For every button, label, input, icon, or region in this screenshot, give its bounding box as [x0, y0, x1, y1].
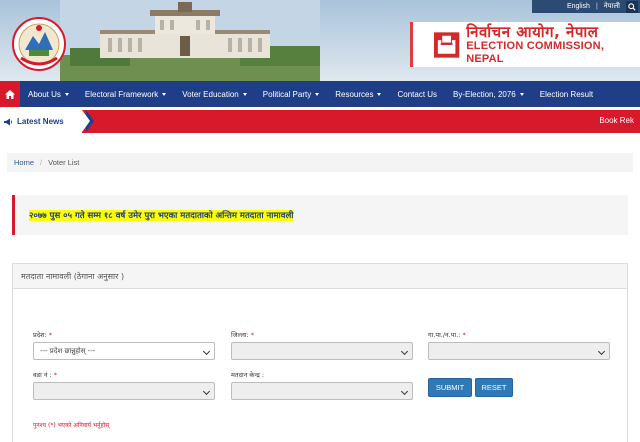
- municipality-select[interactable]: [428, 342, 610, 360]
- language-bar: English | नेपाली: [532, 0, 640, 13]
- page: English | नेपाली निर्वाचन आयोग, नेपाल EL…: [0, 0, 640, 442]
- nav-label: Voter Education: [182, 89, 239, 99]
- nav-political-party[interactable]: Political Party: [255, 90, 327, 99]
- required-fields-note: पुनश्च (*) भएको अनिवार्य भर्नुहोस्: [33, 422, 110, 429]
- chevron-down-icon: [202, 387, 211, 396]
- nav-resources[interactable]: Resources: [327, 90, 389, 99]
- chevron-down-icon: [597, 347, 606, 356]
- lang-separator: |: [595, 3, 598, 10]
- chevron-down-icon: [64, 92, 69, 96]
- notice-text: २०७७ पुस ०५ गते सम्म १८ वर्ष उमेर पुरा भ…: [29, 209, 294, 221]
- polling-center-select[interactable]: [231, 382, 413, 400]
- latest-news-label-box: Latest News: [0, 110, 82, 133]
- polling-center-field: मतदान केन्द्र :: [231, 370, 413, 400]
- ward-label-text: वडा नं :: [33, 371, 52, 379]
- ec-name-nepali: निर्वाचन आयोग, नेपाल: [466, 22, 599, 41]
- latest-news-ticker: Latest News Book Rek: [0, 110, 640, 133]
- search-button[interactable]: [626, 0, 638, 13]
- nav-election-result[interactable]: Election Result: [532, 90, 601, 99]
- ballot-box-logo: [433, 31, 460, 58]
- nav-about-us[interactable]: About Us: [20, 90, 77, 99]
- nav-contact-us[interactable]: Contact Us: [389, 90, 445, 99]
- election-commission-banner: निर्वाचन आयोग, नेपाल ELECTION COMMISSION…: [410, 22, 640, 67]
- chevron-down-icon: [400, 347, 409, 356]
- ticker-news-item[interactable]: Book Rek: [599, 116, 634, 125]
- nav-home-button[interactable]: [0, 81, 20, 107]
- province-select-value: --- प्रदेश छान्नुहोस् ---: [40, 346, 96, 355]
- megaphone-icon: [4, 118, 13, 125]
- polling-center-label: मतदान केन्द्र :: [231, 371, 265, 379]
- nav-electoral-framework[interactable]: Electoral Framework: [77, 90, 174, 99]
- reset-button[interactable]: RESET: [475, 378, 513, 397]
- municipality-field: गा.पा./न.पा.: *: [428, 330, 610, 360]
- nav-label: About Us: [28, 89, 61, 99]
- nav-label: Political Party: [262, 89, 312, 99]
- province-label: प्रदेश: *: [33, 330, 215, 339]
- nav-label: Contact Us: [397, 89, 438, 99]
- required-mark: *: [250, 331, 255, 339]
- chevron-down-icon: [242, 92, 247, 96]
- breadcrumb-current: Voter List: [48, 158, 80, 167]
- municipality-label-text: गा.पा./न.पा.:: [428, 331, 461, 339]
- nav-label: Resources: [335, 89, 374, 99]
- submit-button[interactable]: SUBMIT: [428, 378, 472, 397]
- lang-english-link[interactable]: English: [567, 3, 590, 10]
- ec-name-english: ELECTION COMMISSION, NEPAL: [466, 39, 605, 65]
- breadcrumb: Home / Voter List: [7, 153, 633, 172]
- voter-list-notice: २०७७ पुस ०५ गते सम्म १८ वर्ष उमेर पुरा भ…: [12, 195, 628, 235]
- nav-label: Electoral Framework: [84, 89, 159, 99]
- search-icon: [628, 2, 636, 11]
- chevron-down-icon: [202, 347, 211, 356]
- municipality-label: गा.पा./न.पा.: *: [428, 330, 610, 339]
- nav-by-election[interactable]: By-Election, 2076: [445, 90, 532, 99]
- province-label-text: प्रदेश:: [33, 331, 47, 339]
- lang-nepali-link[interactable]: नेपाली: [604, 2, 620, 11]
- breadcrumb-home-link[interactable]: Home: [14, 158, 34, 167]
- panel-title: मतदाता नामावली (ठेगाना अनुसार ): [13, 264, 627, 289]
- breadcrumb-separator: /: [40, 158, 43, 167]
- district-select[interactable]: [231, 342, 413, 360]
- ticker-arrow-decoration: [82, 110, 90, 132]
- district-label-text: जिल्ला:: [231, 331, 249, 339]
- district-label: जिल्ला: *: [231, 330, 413, 339]
- nepal-emblem-logo: [12, 17, 66, 71]
- province-select[interactable]: --- प्रदेश छान्नुहोस् ---: [33, 342, 215, 360]
- voter-search-panel: मतदाता नामावली (ठेगाना अनुसार ) प्रदेश: …: [12, 263, 628, 442]
- ward-field: वडा नं : *: [33, 370, 215, 400]
- ward-select[interactable]: [33, 382, 215, 400]
- nav-label: Election Result: [539, 89, 594, 99]
- district-field: जिल्ला: *: [231, 330, 413, 360]
- chevron-down-icon: [315, 92, 320, 96]
- main-navbar: About Us Electoral Framework Voter Educa…: [0, 81, 640, 107]
- nav-label: By-Election, 2076: [453, 89, 516, 99]
- home-icon: [5, 89, 15, 99]
- parliament-building-photo: [60, 0, 320, 81]
- chevron-down-icon: [162, 92, 167, 96]
- required-mark: *: [48, 331, 53, 339]
- province-field: प्रदेश: * --- प्रदेश छान्नुहोस् ---: [33, 330, 215, 360]
- site-header: English | नेपाली निर्वाचन आयोग, नेपाल EL…: [0, 0, 640, 81]
- chevron-down-icon: [519, 92, 524, 96]
- nav-voter-education[interactable]: Voter Education: [174, 90, 254, 99]
- chevron-down-icon: [377, 92, 382, 96]
- required-mark: *: [53, 371, 58, 379]
- ward-label: वडा नं : *: [33, 370, 215, 379]
- latest-news-label: Latest News: [17, 117, 64, 126]
- required-mark: *: [462, 331, 466, 339]
- chevron-down-icon: [400, 387, 409, 396]
